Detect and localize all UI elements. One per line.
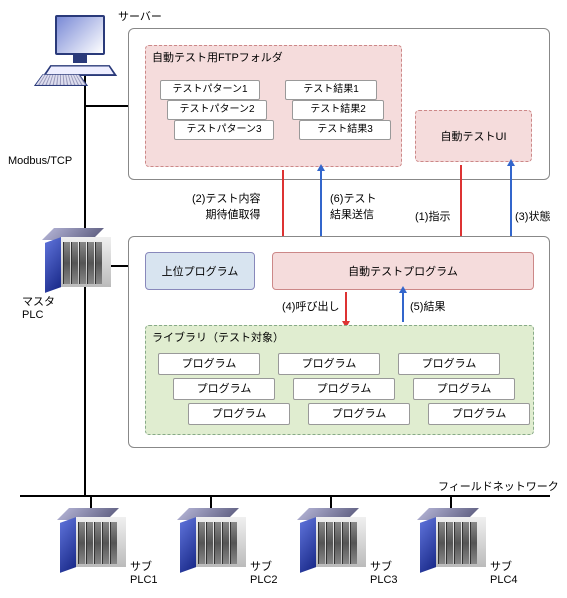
sub-plc1-icon xyxy=(60,520,130,575)
master-plc-label: マスタ PLC xyxy=(22,293,55,321)
upper-program-label: 上位プログラム xyxy=(162,263,239,279)
test-pattern-1: テストパターン1 xyxy=(160,80,260,100)
prog-7: プログラム xyxy=(188,403,290,425)
arrow1-label: (1)指示 xyxy=(415,208,450,224)
field-net-label: フィールドネットワーク xyxy=(438,478,559,494)
server-label: サーバー xyxy=(118,8,162,24)
upper-program-box: 上位プログラム xyxy=(145,252,255,290)
test-result-2: テスト結果2 xyxy=(292,100,384,120)
arrow4-label: (4)呼び出し xyxy=(282,298,339,314)
sub-plc2-icon xyxy=(180,520,250,575)
server-hline xyxy=(84,105,128,107)
ftp-folder-title: 自動テスト用FTPフォルダ xyxy=(146,46,401,68)
sub-plc3-icon xyxy=(300,520,370,575)
prog-8: プログラム xyxy=(308,403,410,425)
sub-plc4-icon xyxy=(420,520,490,575)
server-icon xyxy=(55,15,105,55)
test-result-1: テスト結果1 xyxy=(285,80,377,100)
prog-5: プログラム xyxy=(293,378,395,400)
auto-test-program-label: 自動テストプログラム xyxy=(348,263,458,279)
test-pattern-2: テストパターン2 xyxy=(167,100,267,120)
arrow-5 xyxy=(402,292,404,322)
test-result-3: テスト結果3 xyxy=(299,120,391,140)
sub-plc3-label: サブ PLC3 xyxy=(370,558,398,586)
field-bus xyxy=(20,495,550,497)
auto-test-ui-label: 自動テストUI xyxy=(441,128,507,144)
modbus-label: Modbus/TCP xyxy=(8,155,72,167)
arrow6-label: (6)テスト 結果送信 xyxy=(330,190,376,222)
prog-2: プログラム xyxy=(278,353,380,375)
prog-4: プログラム xyxy=(173,378,275,400)
auto-test-ui-box: 自動テストUI xyxy=(415,110,532,162)
master-plc-icon xyxy=(45,240,115,295)
arrow5-label: (5)結果 xyxy=(410,298,445,314)
auto-test-program-box: 自動テストプログラム xyxy=(272,252,534,290)
test-pattern-3: テストパターン3 xyxy=(174,120,274,140)
library-title: ライブラリ（テスト対象） xyxy=(146,326,533,348)
arrow-4 xyxy=(345,292,347,322)
arrow2-label: (2)テスト内容 期待値取得 xyxy=(192,190,260,222)
prog-3: プログラム xyxy=(398,353,500,375)
sub-plc4-label: サブ PLC4 xyxy=(490,558,518,586)
prog-9: プログラム xyxy=(428,403,530,425)
prog-6: プログラム xyxy=(413,378,515,400)
prog-1: プログラム xyxy=(158,353,260,375)
arrow3-label: (3)状態 xyxy=(515,208,550,224)
sub-plc1-label: サブ PLC1 xyxy=(130,558,158,586)
sub-plc2-label: サブ PLC2 xyxy=(250,558,278,586)
